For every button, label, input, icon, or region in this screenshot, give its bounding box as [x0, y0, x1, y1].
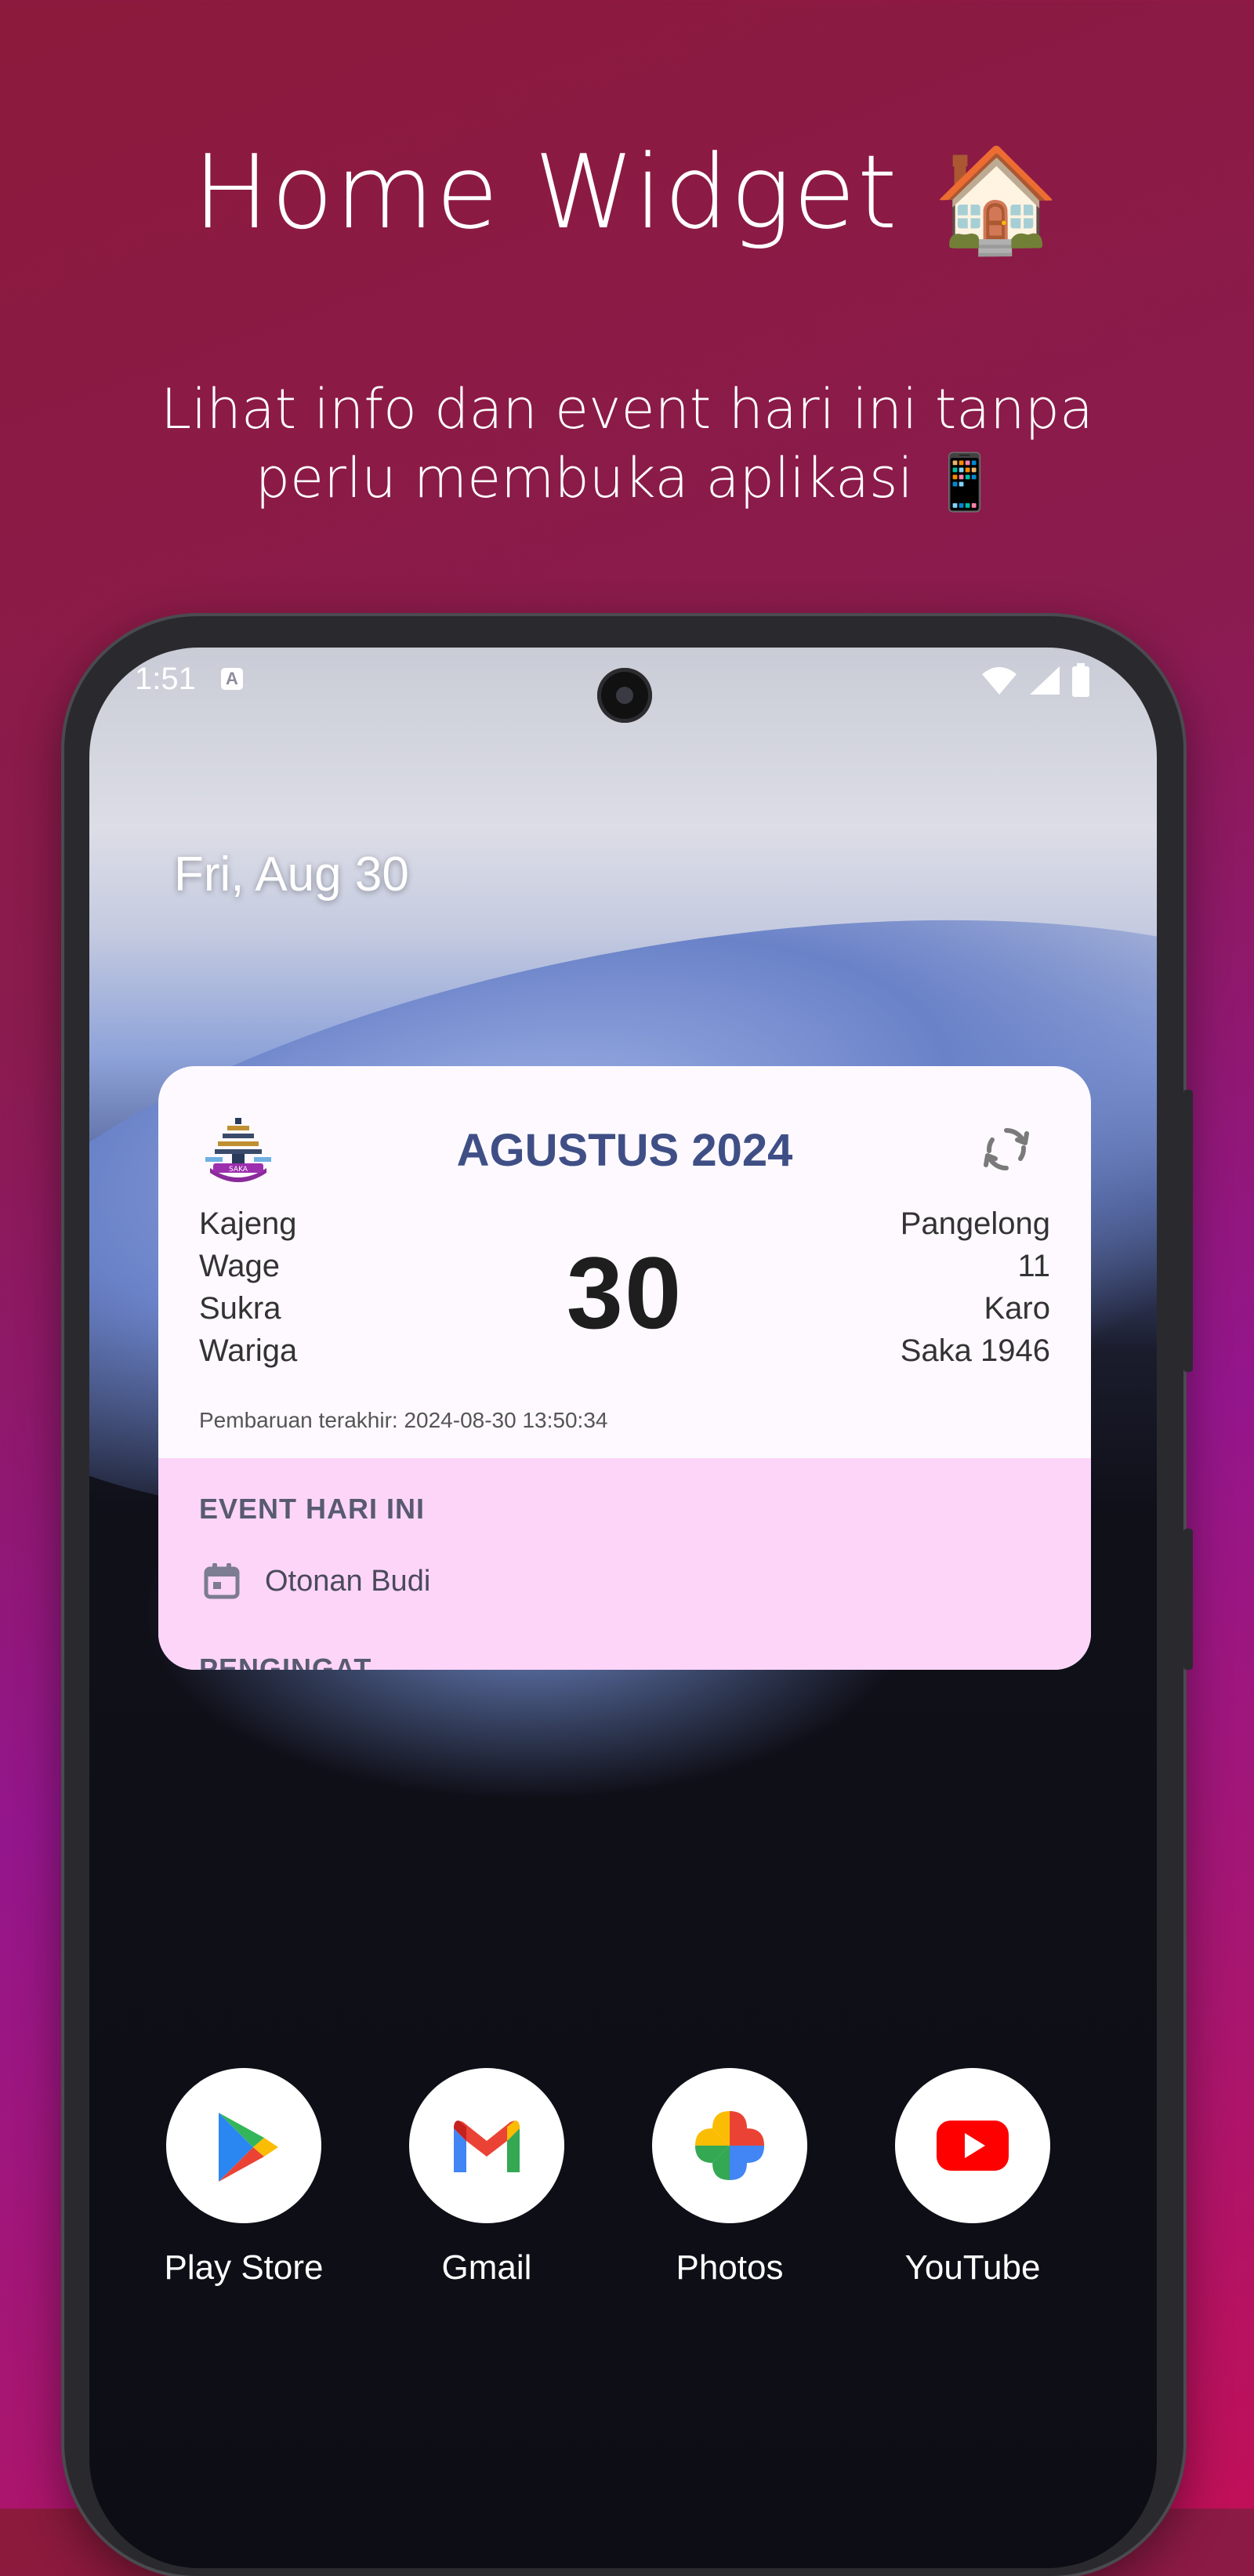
events-title: EVENT HARI INI [199, 1493, 426, 1525]
status-time: 1:51 [135, 662, 196, 696]
wifi-icon [982, 667, 1017, 695]
front-camera [597, 668, 652, 723]
status-icons [974, 663, 1091, 698]
app-gmail[interactable]: Gmail [385, 2068, 589, 2288]
promo-subtitle-line1: Lihat info dan event hari ini tanpa [161, 377, 1093, 441]
events-section: EVENT HARI INI Otonan Budi PENGINGAT [158, 1458, 1091, 1670]
detail-pangelong-number: 11 [1017, 1249, 1050, 1283]
signal-icon [1029, 666, 1060, 695]
last-updated-text: Pembaruan terakhir: 2024-08-30 13:50:34 [199, 1408, 608, 1432]
reminders-title: PENGINGAT [199, 1653, 372, 1670]
app-label-play-store: Play Store [164, 2248, 324, 2287]
home-date[interactable]: Fri, Aug 30 [174, 847, 409, 902]
app-label-youtube: YouTube [904, 2248, 1041, 2287]
promo-title-text: Home Widget [193, 132, 899, 252]
youtube-icon [895, 2068, 1050, 2223]
app-play-store[interactable]: Play Store [142, 2068, 346, 2288]
refresh-icon[interactable] [973, 1116, 1039, 1182]
house-emoji: 🏠 [932, 140, 1061, 259]
phone-screen: 1:51 A Fri, Aug 30 SAKA AGUSTUS 2024 Kaj… [89, 648, 1157, 2568]
play-store-icon [166, 2068, 321, 2223]
battery-icon [1072, 663, 1089, 697]
notification-icon: A [221, 668, 243, 690]
promo-subtitle-line2-text: perlu membuka aplikasi [255, 446, 913, 510]
app-label-gmail: Gmail [441, 2248, 532, 2287]
photos-icon [652, 2068, 807, 2223]
phone-emoji: 📱 [930, 450, 999, 514]
calendar-icon [204, 1563, 240, 1599]
power-button [1183, 1529, 1193, 1670]
app-youtube[interactable]: YouTube [871, 2068, 1075, 2288]
event-name: Otonan Budi [265, 1565, 431, 1598]
detail-pangelong: Pangelong [900, 1206, 1050, 1241]
promo-subtitle-line2: perlu membuka aplikasi 📱 [118, 444, 1136, 517]
promo-title: Home Widget 🏠 [0, 129, 1254, 262]
app-photos[interactable]: Photos [628, 2068, 832, 2288]
detail-saka-year: Saka 1946 [900, 1333, 1050, 1368]
volume-button [1183, 1090, 1193, 1372]
promo-subtitle: Lihat info dan event hari ini tanpa perl… [118, 375, 1136, 517]
detail-month-karo: Karo [984, 1291, 1051, 1326]
widget-right-details: Pangelong 11 Karo Saka 1946 [901, 1203, 1050, 1372]
calendar-widget[interactable]: SAKA AGUSTUS 2024 Kajeng Wage Sukra Wari… [158, 1066, 1091, 1670]
gmail-icon [409, 2068, 564, 2223]
widget-month-title: AGUSTUS 2024 [456, 1125, 793, 1176]
app-label-photos: Photos [676, 2248, 784, 2287]
